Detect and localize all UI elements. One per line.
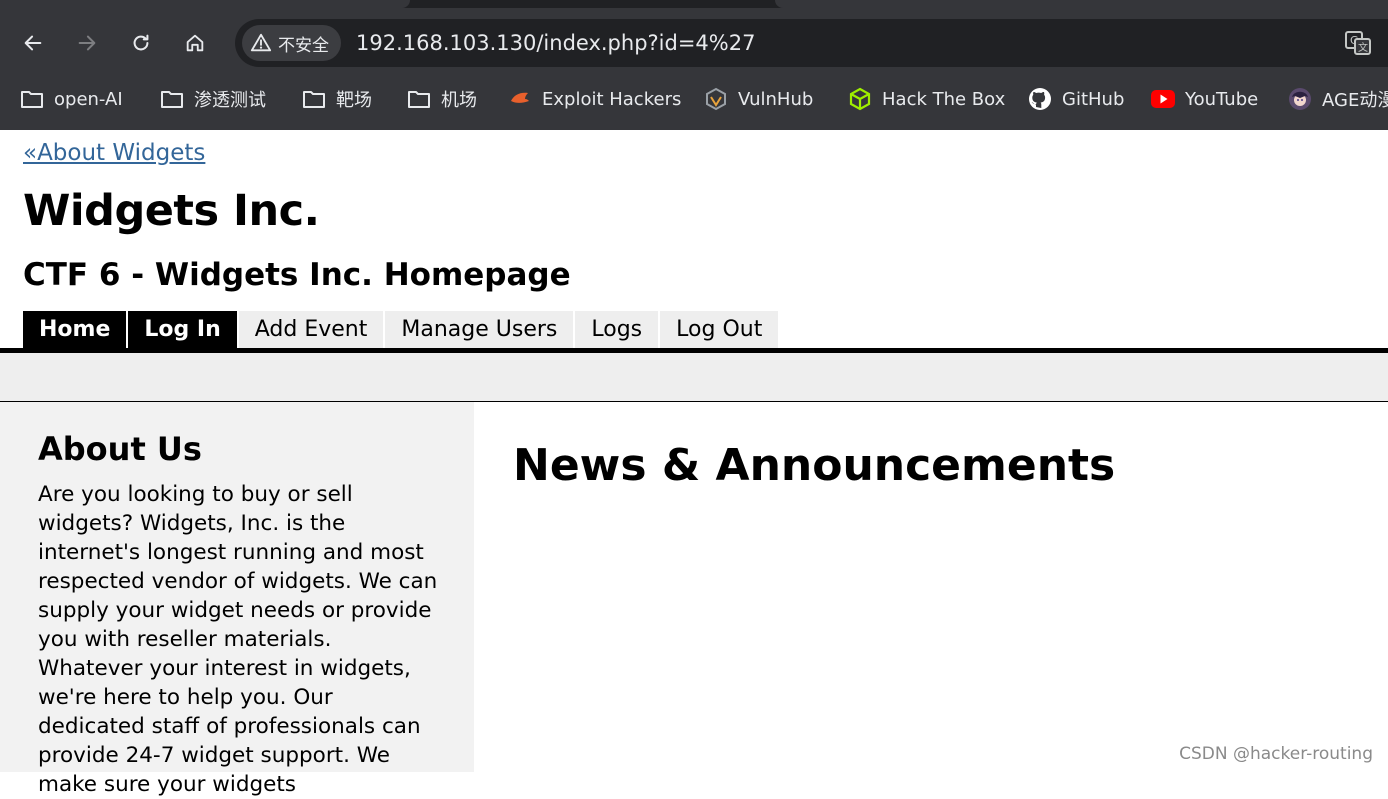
- bookmark-pentest[interactable]: 渗透测试: [160, 80, 266, 118]
- about-us-heading: About Us: [38, 430, 202, 468]
- web-page: «About Widgets Widgets Inc. CTF 6 - Widg…: [0, 130, 1388, 797]
- arrow-right-icon: [78, 35, 96, 51]
- main-nav: Home Log In Add Event Manage Users Logs …: [23, 311, 781, 348]
- about-widgets-link[interactable]: «About Widgets: [23, 140, 205, 166]
- url-text[interactable]: 192.168.103.130/index.php?id=4%27: [356, 28, 755, 58]
- reload-icon: [133, 34, 149, 51]
- news-heading: News & Announcements: [513, 440, 1116, 491]
- reload-button[interactable]: [124, 26, 158, 60]
- bookmark-label: 靶场: [336, 90, 372, 111]
- bookmark-github[interactable]: GitHub: [1028, 80, 1124, 118]
- forward-button[interactable]: [70, 26, 104, 60]
- inactive-tab[interactable]: [775, 0, 1388, 8]
- folder-icon: [160, 87, 184, 111]
- bookmark-range[interactable]: 靶场: [302, 80, 372, 118]
- nav-log-in[interactable]: Log In: [128, 311, 239, 348]
- hackthebox-icon: [848, 87, 872, 111]
- vulnhub-icon: [704, 87, 728, 111]
- bookmark-airport[interactable]: 机场: [407, 80, 477, 118]
- bookmark-label: 机场: [441, 90, 477, 111]
- translate-icon[interactable]: G 文: [1344, 29, 1372, 57]
- active-tab[interactable]: [0, 0, 410, 8]
- bookmark-label: GitHub: [1062, 88, 1125, 110]
- github-icon: [1028, 87, 1052, 111]
- warning-icon: [250, 33, 272, 52]
- bookmark-open-ai[interactable]: open-AI: [20, 80, 123, 118]
- site-subtitle: CTF 6 - Widgets Inc. Homepage: [23, 257, 571, 293]
- bookmark-label: AGE动漫: [1322, 90, 1388, 111]
- site-title: Widgets Inc.: [23, 186, 320, 236]
- bookmark-label: Exploit Hackers: [542, 88, 682, 110]
- bookmark-age[interactable]: AGE动漫: [1288, 80, 1388, 118]
- bookmark-label: open-AI: [54, 88, 123, 110]
- age-anime-icon: [1288, 87, 1312, 111]
- bookmark-label: VulnHub: [738, 88, 814, 110]
- nav-manage-users[interactable]: Manage Users: [385, 311, 576, 348]
- folder-icon: [407, 87, 431, 111]
- bookmark-vulnhub[interactable]: VulnHub: [704, 80, 813, 118]
- bookmark-label: 渗透测试: [194, 90, 266, 111]
- tab-strip: [0, 0, 1388, 8]
- nav-add-event[interactable]: Add Event: [238, 311, 386, 348]
- security-label: 不安全: [278, 35, 329, 56]
- back-button[interactable]: [16, 26, 50, 60]
- security-chip[interactable]: 不安全: [242, 25, 341, 61]
- nav-logs[interactable]: Logs: [575, 311, 661, 348]
- sub-nav-bar: [0, 353, 1388, 402]
- about-sidebar: About Us Are you looking to buy or sell …: [0, 402, 474, 797]
- bookmark-youtube[interactable]: YouTube: [1151, 80, 1258, 118]
- youtube-icon: [1151, 87, 1175, 111]
- browser-chrome: 不安全 192.168.103.130/index.php?id=4%27 G …: [0, 0, 1388, 130]
- bookmark-label: YouTube: [1185, 88, 1259, 110]
- folder-icon: [302, 87, 326, 111]
- home-icon: [186, 34, 204, 52]
- folder-icon: [20, 87, 44, 111]
- watermark: CSDN @hacker-routing: [1179, 744, 1373, 764]
- nav-home[interactable]: Home: [23, 311, 129, 348]
- bookmark-label: Hack The Box: [882, 88, 1006, 110]
- svg-text:文: 文: [1358, 41, 1368, 54]
- exploit-hackers-icon: [508, 87, 532, 111]
- bookmark-hackthebox[interactable]: Hack The Box: [848, 80, 1005, 118]
- bookmark-exploit-hackers[interactable]: Exploit Hackers: [508, 80, 681, 118]
- home-button[interactable]: [178, 26, 212, 60]
- bookmarks-bar: open-AI 渗透测试 靶场 机场 Exploit Hackers VulnH…: [0, 80, 1388, 118]
- nav-log-out[interactable]: Log Out: [660, 311, 781, 348]
- about-us-text: Are you looking to buy or sell widgets? …: [38, 482, 438, 797]
- address-bar[interactable]: 不安全 192.168.103.130/index.php?id=4%27: [235, 19, 1388, 67]
- arrow-left-icon: [24, 35, 42, 51]
